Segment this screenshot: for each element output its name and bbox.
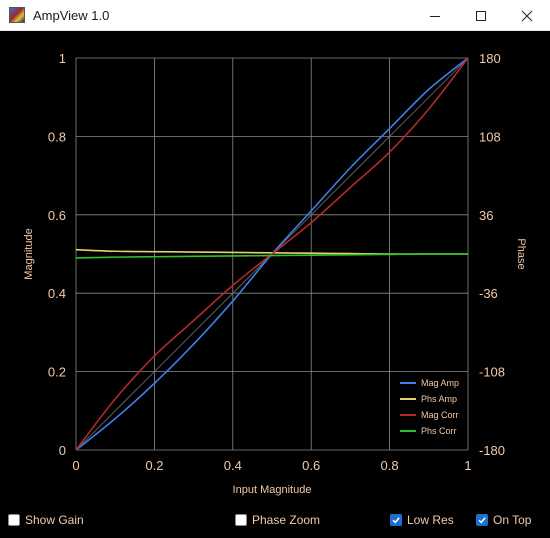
- maximize-icon: [476, 10, 486, 21]
- close-icon: [521, 10, 533, 21]
- low-res-label: Low Res: [407, 513, 454, 527]
- legend-label: Mag Corr: [421, 410, 459, 420]
- low-res-checkbox[interactable]: Low Res: [390, 513, 454, 527]
- y-tick-label: 0: [59, 443, 66, 458]
- y2-tick-label: -36: [479, 286, 498, 301]
- y-tick-label: 0.4: [48, 286, 66, 301]
- minimize-button[interactable]: [412, 0, 458, 31]
- y2-tick-label: 108: [479, 129, 501, 144]
- legend-label: Phs Amp: [421, 394, 457, 404]
- y-tick-label: 0.6: [48, 208, 66, 223]
- maximize-button[interactable]: [458, 0, 504, 31]
- y-tick-label: 0.8: [48, 129, 66, 144]
- options-bar: Show Gain Phase Zoom Low Res On Top: [0, 508, 550, 534]
- y2-tick-label: -108: [479, 365, 505, 380]
- show-gain-checkbox-box[interactable]: [8, 514, 20, 526]
- x-tick-label: 0.4: [224, 458, 242, 473]
- y2-tick-label: 36: [479, 208, 493, 223]
- checkmark-icon: [478, 517, 486, 524]
- phase-zoom-label: Phase Zoom: [252, 513, 321, 527]
- legend: Mag Amp Phs Amp Mag Corr Phs Corr: [400, 378, 459, 436]
- low-res-checkbox-box[interactable]: [390, 514, 402, 526]
- on-top-label: On Top: [493, 513, 532, 527]
- close-button[interactable]: [504, 0, 550, 31]
- phase-zoom-checkbox-box[interactable]: [235, 514, 247, 526]
- legend-label: Mag Amp: [421, 378, 459, 388]
- window-title: AmpView 1.0: [33, 7, 110, 23]
- y2-axis-label: Phase: [515, 238, 527, 269]
- y-tick-label: 1: [59, 51, 66, 66]
- show-gain-label: Show Gain: [25, 513, 84, 527]
- checkmark-icon: [392, 517, 400, 524]
- x-tick-label: 0: [72, 458, 79, 473]
- legend-label: Phs Corr: [421, 426, 457, 436]
- y2-tick-label: 180: [479, 51, 501, 66]
- x-tick-label: 0.2: [145, 458, 163, 473]
- x-tick-label: 1: [464, 458, 471, 473]
- x-tick-label: 0.8: [381, 458, 399, 473]
- ampview-app-icon: [9, 7, 25, 23]
- y2-tick-label: -180: [479, 443, 505, 458]
- chart-svg: 0 0.2 0.4 0.6 0.8 1 0 -180 0.2 -108 0.4 -36 0.6 36 0.8…: [23, 51, 527, 496]
- phase-zoom-checkbox[interactable]: Phase Zoom: [235, 513, 320, 527]
- minimize-icon: [430, 15, 440, 17]
- show-gain-checkbox[interactable]: Show Gain: [8, 513, 84, 527]
- y-tick-label: 0.2: [48, 365, 66, 380]
- x-tick-label: 0.6: [302, 458, 320, 473]
- window-controls: [412, 0, 550, 31]
- title-bar: AmpView 1.0: [0, 0, 550, 31]
- y-axis-label: Magnitude: [23, 228, 35, 279]
- on-top-checkbox-box[interactable]: [476, 514, 488, 526]
- x-axis-label: Input Magnitude: [233, 484, 312, 496]
- on-top-checkbox[interactable]: On Top: [476, 513, 531, 527]
- chart-area: 0 0.2 0.4 0.6 0.8 1 0 -180 0.2 -108 0.4 -36 0.6 36 0.8…: [0, 31, 550, 501]
